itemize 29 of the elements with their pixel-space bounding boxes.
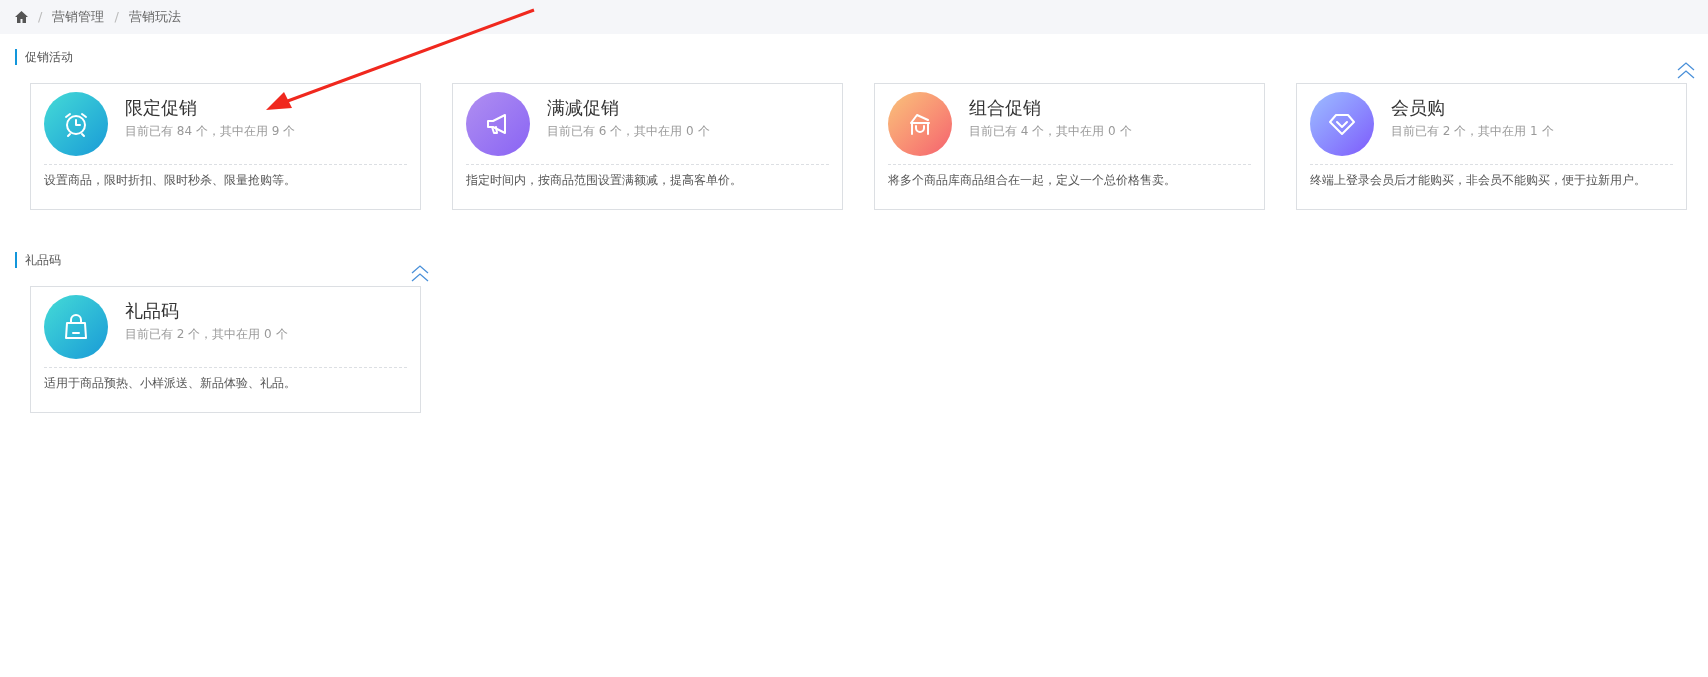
breadcrumb-current: 营销玩法 <box>128 8 181 27</box>
promotion-card[interactable]: 组合促销 目前已有 4 个，其中在用 0 个 将多个商品库商品组合在一起，定义一个总价格售卖。 <box>874 83 1265 210</box>
breadcrumb-separator: / <box>114 8 119 27</box>
card-stats: 目前已有 6 个，其中在用 0 个 <box>547 123 710 140</box>
breadcrumb-link[interactable]: 营销管理 <box>52 7 105 27</box>
card-title: 礼品码 <box>125 299 180 323</box>
promotion-card[interactable]: 限定促销 目前已有 84 个，其中在用 9 个 设置商品，限时折扣、限时秒杀、限量抢购等。 <box>30 83 421 210</box>
section-title: 促销活动 <box>15 49 73 65</box>
card-title: 限定促销 <box>125 96 198 120</box>
breadcrumb-separator: / <box>38 8 43 27</box>
promotion-card[interactable]: 礼品码 目前已有 2 个，其中在用 0 个 适用于商品预热、小样派送、新品体验、礼品。 <box>30 286 421 413</box>
card-description: 指定时间内，按商品范围设置满额减，提高客单价。 <box>466 172 743 189</box>
card-description: 设置商品，限时折扣、限时秒杀、限量抢购等。 <box>44 172 297 189</box>
shopping-bag-icon <box>63 313 89 341</box>
card-stats: 目前已有 4 个，其中在用 0 个 <box>969 123 1132 140</box>
card-title: 组合促销 <box>969 96 1042 120</box>
card-description: 适用于商品预热、小样派送、新品体验、礼品。 <box>44 375 297 392</box>
card-title: 满减促销 <box>547 96 620 120</box>
card-title: 会员购 <box>1391 96 1446 120</box>
card-description: 终端上登录会员后才能购买，非会员不能购买，便于拉新用户。 <box>1310 172 1647 189</box>
alarm-clock-icon <box>62 110 90 138</box>
promotion-card[interactable]: 会员购 目前已有 2 个，其中在用 1 个 终端上登录会员后才能购买，非会员不能购买，便于拉新用户。 <box>1296 83 1687 210</box>
card-stats: 目前已有 84 个，其中在用 9 个 <box>125 123 296 140</box>
section-title: 礼品码 <box>15 252 61 268</box>
promotion-card[interactable]: 满减促销 目前已有 6 个，其中在用 0 个 指定时间内，按商品范围设置满额减，提高客单价。 <box>452 83 843 210</box>
home-icon[interactable] <box>15 11 28 23</box>
card-stats: 目前已有 2 个，其中在用 0 个 <box>125 326 288 343</box>
card-stats: 目前已有 2 个，其中在用 1 个 <box>1391 123 1554 140</box>
card-description: 将多个商品库商品组合在一起，定义一个总价格售卖。 <box>888 172 1177 189</box>
